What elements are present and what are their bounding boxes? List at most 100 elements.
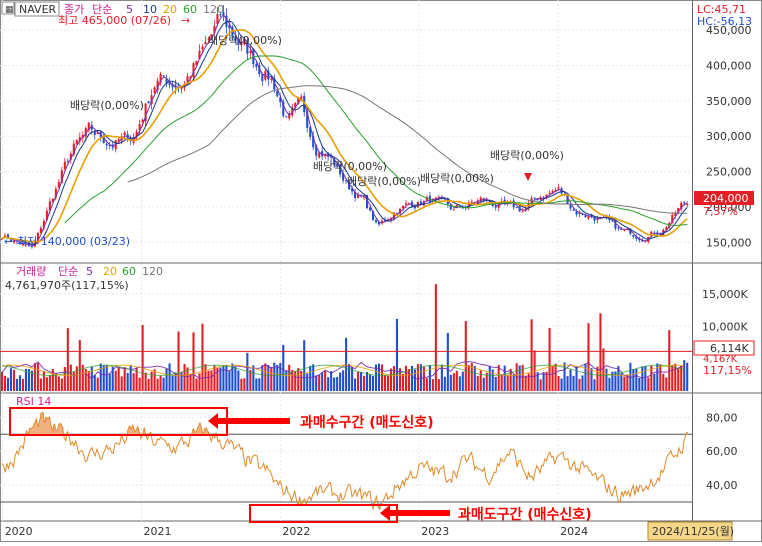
volume-bar — [309, 365, 312, 391]
volume-bar — [467, 365, 470, 391]
volume-bar — [551, 365, 554, 391]
volume-bar — [141, 324, 144, 391]
volume-bar — [120, 376, 123, 391]
candle-body — [261, 74, 264, 82]
candle-body — [575, 211, 578, 215]
volume-bar — [294, 370, 297, 391]
volume-bar — [18, 375, 22, 391]
volume-bar — [560, 378, 563, 391]
price-tick-label: 150,000 — [706, 236, 752, 249]
volume-bar — [192, 332, 195, 391]
volume-bar — [159, 375, 162, 391]
volume-bar — [599, 313, 602, 391]
candle-body — [66, 160, 69, 162]
high-annotation: 최고 465,000 (07/26) — [58, 14, 171, 27]
volume-bar — [270, 366, 273, 391]
volume-bar — [354, 378, 357, 391]
candle-body — [572, 209, 575, 211]
candle-body — [521, 211, 524, 213]
price-panel[interactable] — [0, 5, 689, 249]
volume-bar — [377, 363, 381, 391]
volume-bar — [455, 370, 458, 391]
volume-bar — [593, 379, 596, 391]
volume-bar — [434, 284, 437, 391]
volume-bar — [539, 379, 542, 391]
volume-bar — [366, 372, 369, 391]
volume-bar — [557, 376, 560, 391]
ma-line-120 — [127, 85, 688, 214]
volume-title: 거래량 — [16, 265, 46, 278]
volume-bar — [237, 370, 240, 391]
chart-canvas[interactable]: 2020 2021 2022 2023 2024450,000400,000350,00… — [0, 0, 762, 542]
volume-bar — [102, 365, 105, 391]
volume-bar — [3, 375, 7, 391]
volume-bar — [506, 374, 509, 391]
candle-body — [255, 64, 258, 67]
dividend-annotation-1: 배당락(0,00%) — [208, 34, 282, 47]
volume-bar — [500, 374, 503, 391]
candle-body — [374, 220, 378, 223]
volume-bar — [608, 377, 611, 391]
volume-panel[interactable] — [0, 284, 692, 391]
volume-bar — [168, 363, 171, 391]
volume-bar — [443, 376, 446, 391]
volume-bar — [165, 368, 168, 391]
ma-line-5 — [1, 13, 688, 247]
volume-bar — [12, 369, 16, 391]
ma-line-10 — [1, 20, 688, 246]
x-tick-label: 2024 — [560, 525, 588, 538]
volume-bar — [476, 375, 479, 391]
volume-bar — [48, 375, 51, 391]
volume-bar — [348, 364, 351, 391]
volume-bar — [422, 366, 425, 391]
volume-bar — [39, 378, 42, 391]
volume-bar — [6, 377, 10, 391]
volume-bar — [327, 377, 330, 391]
volume-bar — [288, 364, 291, 391]
volume-bar — [686, 362, 689, 391]
volume-bar — [336, 376, 339, 391]
volume-bar — [171, 375, 174, 391]
volume-current: 4,761,970주(117,15%) — [5, 279, 129, 292]
volume-bar — [9, 368, 13, 391]
volume-bar — [566, 376, 569, 391]
volume-bar — [24, 368, 27, 391]
volume-bar — [623, 376, 626, 391]
x-tick-label: 2021 — [144, 525, 172, 538]
price-tick-label: 350,000 — [706, 95, 752, 108]
candle-body — [180, 88, 183, 90]
volume-bar — [542, 372, 545, 391]
dividend-annotation-3: 배당락(0,00%) — [313, 160, 387, 173]
volume-bar — [371, 375, 375, 391]
oversold-box — [249, 504, 398, 523]
candle-body — [557, 187, 560, 189]
volume-bar — [276, 364, 279, 391]
rsi-tick-label: 40,00 — [706, 479, 738, 492]
dividend-annotation-6: 배당락(0,00%) — [490, 149, 564, 162]
volume-bar — [494, 376, 497, 391]
candle-body — [147, 101, 150, 104]
volume-ma20: 20 — [103, 265, 117, 278]
volume-bar — [117, 367, 120, 391]
volume-bar — [264, 363, 267, 391]
volume-bar — [497, 364, 500, 391]
volume-bar — [225, 364, 228, 391]
overbought-label: 과매수구간 (매도신호) — [300, 414, 434, 431]
volume-bar — [431, 379, 434, 391]
volume-bar — [261, 365, 264, 391]
current-price: 204,000 — [703, 192, 749, 205]
volume-bar — [99, 363, 102, 391]
legend-ma120: 120 — [203, 3, 224, 16]
volume-bar — [132, 373, 135, 391]
volume-bar — [512, 374, 515, 391]
volume-bar — [330, 370, 333, 391]
menu-icon: ▦ — [5, 5, 14, 15]
oversold-arrow-icon — [380, 505, 450, 521]
date-stamp: 2024/11/25(월) — [652, 525, 734, 538]
volume-bar — [665, 377, 668, 391]
volume-bar — [306, 373, 309, 391]
candle-body — [683, 202, 686, 204]
volume-bar — [401, 373, 405, 391]
volume-bar — [345, 337, 348, 391]
candle-body — [470, 201, 473, 204]
